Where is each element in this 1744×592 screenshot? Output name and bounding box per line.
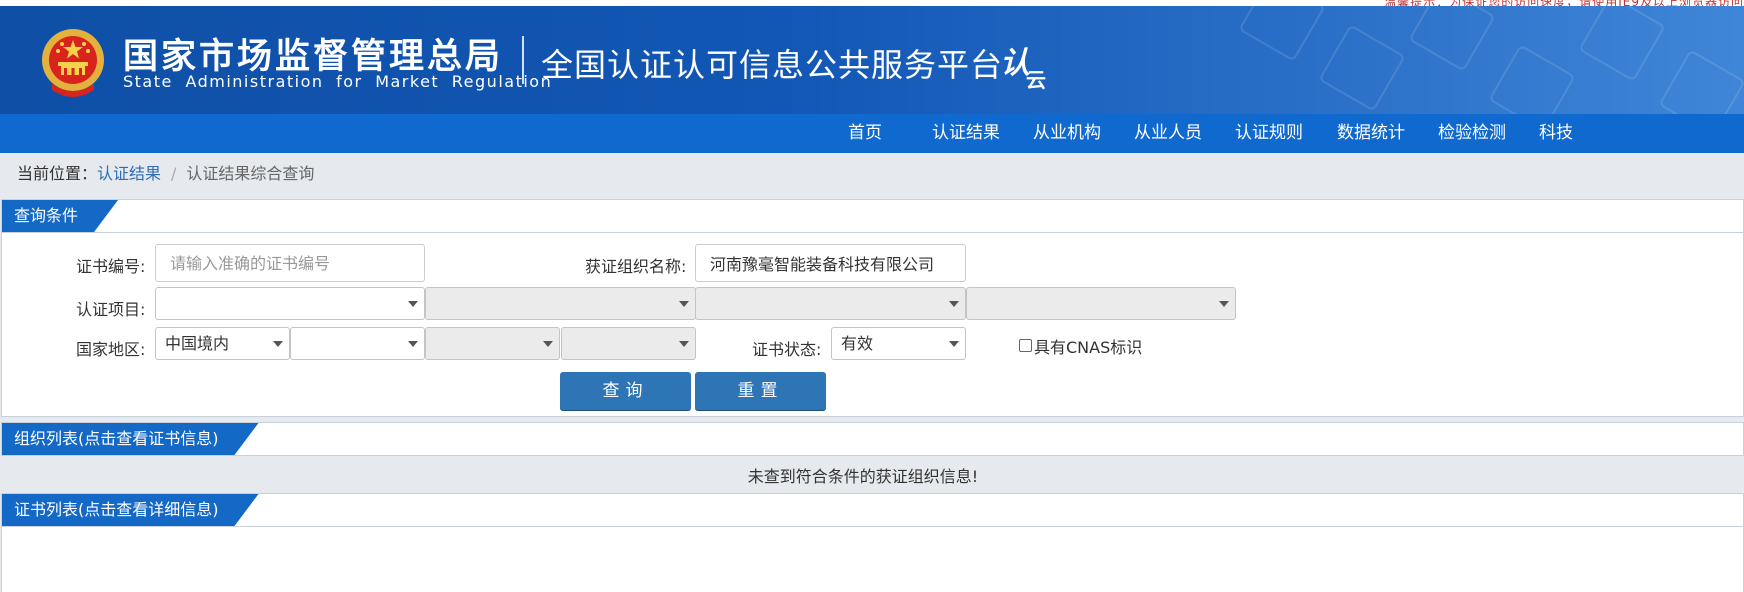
main-nav: 首页 认证结果 从业机构 从业人员 认证规则 数据统计 检验检测 科技 [0,114,1744,153]
region-select-city [425,327,560,360]
header-decoration [1408,6,1496,72]
cert-list-panel: 证书列表(点击查看详细信息) [1,493,1744,592]
header-decoration [1318,24,1406,112]
chevron-down-icon [408,341,418,347]
chevron-down-icon [1219,301,1229,307]
project-select-1[interactable] [155,287,425,320]
region-label: 国家地区: [76,340,146,359]
header-divider [522,36,524,84]
chevron-down-icon [408,301,418,307]
chevron-down-icon [679,341,689,347]
nav-item-personnel[interactable]: 从业人员 [1134,114,1202,153]
cert-status-label: 证书状态: [752,340,822,359]
project-select-3 [695,287,966,320]
logo-sub: 云 [1026,68,1046,92]
org-list-panel: 组织列表(点击查看证书信息) [1,422,1744,456]
breadcrumb-current: 认证结果综合查询 [186,164,315,183]
org-list-title: 组织列表(点击查看证书信息) [2,423,259,455]
chevron-down-icon [543,341,553,347]
project-select-4 [966,287,1236,320]
header-decoration [1238,6,1326,62]
search-button[interactable]: 查询 [560,372,691,410]
breadcrumb-separator: / [171,164,177,183]
site-header: 国家市场监督管理总局 State Administration for Mark… [0,6,1744,114]
chevron-down-icon [949,341,959,347]
nav-item-inspection[interactable]: 检验检测 [1438,114,1506,153]
renzheng-yun-logo: 认云 [1000,38,1050,92]
nav-item-home[interactable]: 首页 [848,114,882,153]
region-select-district [561,327,696,360]
panel-title-divider [2,526,1743,527]
cnas-checkbox[interactable] [1019,339,1032,352]
nav-item-institutions[interactable]: 从业机构 [1033,114,1101,153]
breadcrumb: 当前位置：认证结果 / 认证结果综合查询 [17,160,314,184]
cnas-label: 具有CNAS标识 [1034,338,1143,357]
select-value: 有效 [841,334,874,353]
query-panel-title: 查询条件 [2,200,118,232]
project-select-2 [425,287,696,320]
org-name-input[interactable] [695,244,966,282]
org-list-empty-message: 未查到符合条件的获证组织信息! [747,467,979,486]
breadcrumb-link-cert-results[interactable]: 认证结果 [97,164,161,183]
breadcrumb-prefix: 当前位置： [17,164,98,183]
project-label: 认证项目: [76,300,146,319]
reset-button[interactable]: 重置 [695,372,826,410]
header-decoration [1658,49,1744,114]
header-decoration [1578,6,1666,82]
region-select-province[interactable] [290,327,425,360]
nav-item-cert-results[interactable]: 认证结果 [932,114,1000,153]
select-value: 中国境内 [165,334,230,353]
cert-status-select[interactable]: 有效 [831,327,966,360]
chevron-down-icon [949,301,959,307]
cert-list-title: 证书列表(点击查看详细信息) [2,494,259,526]
nav-item-statistics[interactable]: 数据统计 [1337,114,1405,153]
org-name-label: 获证组织名称: [585,257,687,276]
org-name-en: State Administration for Market Regulati… [123,72,553,91]
cert-no-input[interactable] [155,244,425,282]
chevron-down-icon [679,301,689,307]
national-emblem-icon [42,29,104,97]
chevron-down-icon [273,341,283,347]
query-panel: 查询条件 证书编号: 获证组织名称: 认证项目: 国家地区: 中国境内 证书状态… [1,199,1744,417]
header-decoration [1488,44,1576,114]
cert-no-label: 证书编号: [76,257,146,276]
platform-title: 全国认证认可信息公共服务平台 [541,46,1004,84]
panel-title-divider [2,232,1743,233]
region-select-country[interactable]: 中国境内 [155,327,290,360]
cnas-checkbox-wrap[interactable]: 具有CNAS标识 [1019,334,1142,358]
nav-item-rules[interactable]: 认证规则 [1235,114,1303,153]
nav-item-technology[interactable]: 科技 [1539,114,1573,153]
